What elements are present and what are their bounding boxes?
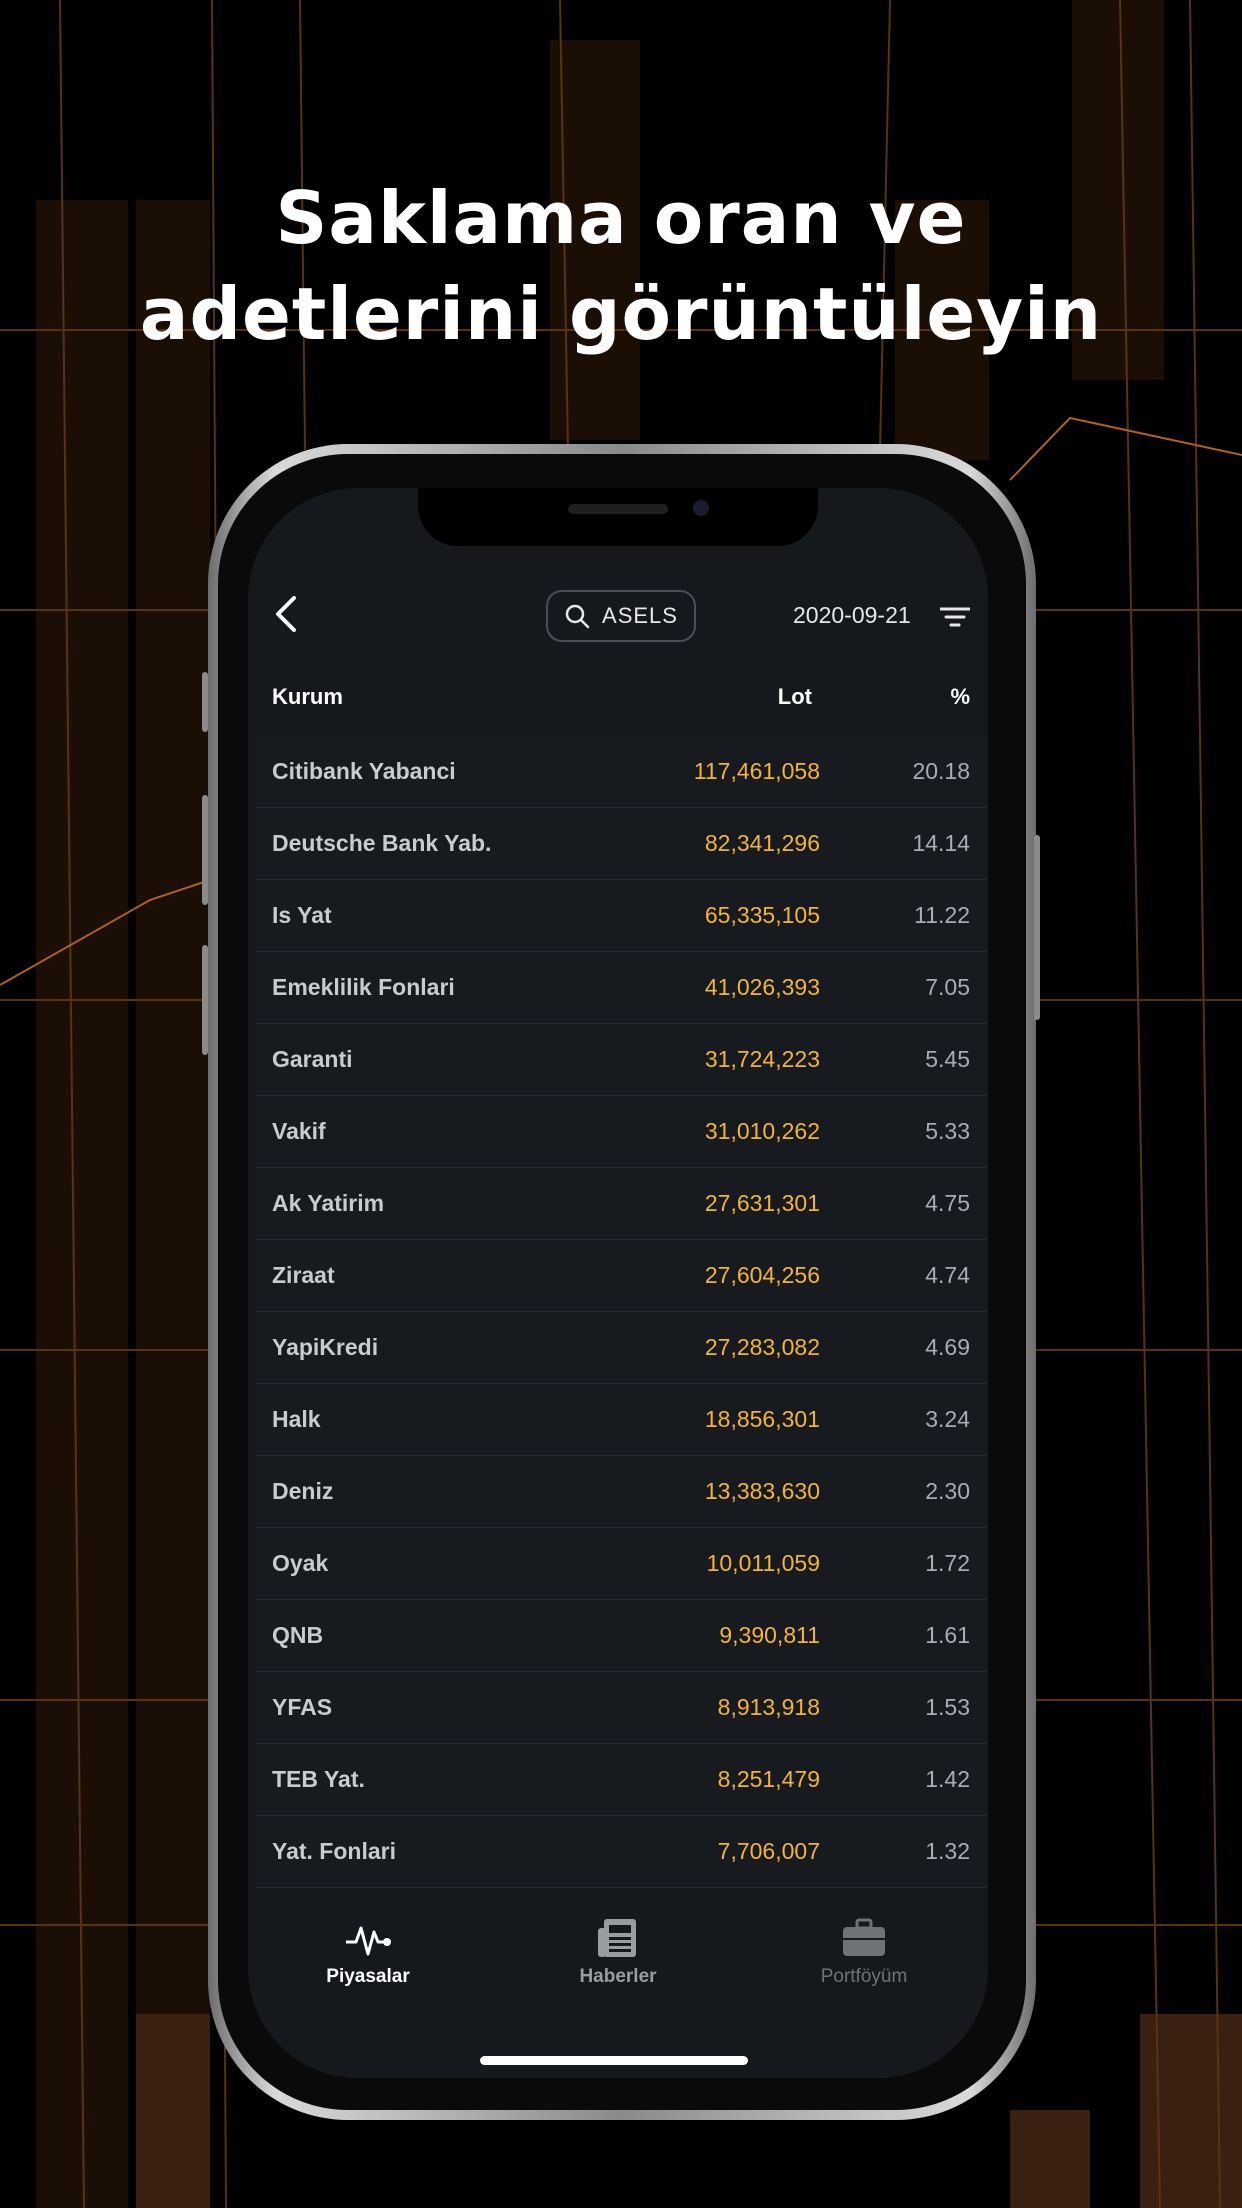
row-kurum-name: Emeklilik Fonlari	[272, 974, 455, 1000]
camera	[693, 500, 709, 516]
row-kurum-name: Ak Yatirim	[272, 1190, 385, 1216]
row-percent-value: 5.33	[925, 1118, 970, 1144]
row-kurum-name: YFAS	[272, 1694, 333, 1720]
table-row[interactable]: Garanti 31,724,223 5.45	[256, 1024, 988, 1096]
phone-volume-up	[202, 795, 208, 905]
table-row[interactable]: Citibank Yabanci 117,461,058 20.18	[256, 736, 988, 808]
column-header-kurum[interactable]: Kurum	[272, 684, 343, 710]
table-row[interactable]: Is Yat 65,335,105 11.22	[256, 880, 988, 952]
table-row[interactable]: Ak Yatirim 27,631,301 4.75	[256, 1168, 988, 1240]
row-percent-value: 2.30	[925, 1478, 970, 1504]
row-percent-value: 7.05	[925, 974, 970, 1000]
row-lot-value: 82,341,296	[704, 830, 820, 856]
briefcase-icon	[843, 1918, 885, 1956]
row-kurum-name: Is Yat	[272, 902, 332, 928]
row-percent-value: 1.61	[925, 1622, 970, 1648]
home-indicator[interactable]	[480, 2056, 748, 2065]
date-selector[interactable]: 2020-09-21	[793, 602, 911, 629]
speaker	[568, 504, 668, 514]
row-percent-value: 20.18	[912, 758, 970, 784]
row-percent-value: 4.75	[925, 1190, 970, 1216]
row-percent-value: 1.72	[925, 1550, 970, 1576]
row-kurum-name: QNB	[272, 1622, 324, 1648]
table-row[interactable]: Vakif 31,010,262 5.33	[256, 1096, 988, 1168]
table-row[interactable]: TEB Yat. 8,251,479 1.42	[256, 1744, 988, 1816]
row-kurum-name: TEB Yat.	[272, 1766, 365, 1792]
row-percent-value: 11.22	[914, 902, 970, 928]
phone-silent-switch	[202, 672, 208, 732]
tab-portfoyum[interactable]: Portföyüm	[764, 1916, 964, 1988]
table-row[interactable]: Deniz 13,383,630 2.30	[256, 1456, 988, 1528]
pulse-icon	[346, 1926, 391, 1956]
custody-table: Citibank Yabanci 117,461,058 20.18 Deutsche…	[256, 736, 988, 1888]
row-percent-value: 1.53	[925, 1694, 970, 1720]
row-lot-value: 8,913,918	[717, 1694, 820, 1720]
filter-icon[interactable]	[940, 606, 970, 628]
row-kurum-name: Vakif	[272, 1118, 326, 1144]
row-percent-value: 5.45	[925, 1046, 970, 1072]
row-kurum-name: Citibank Yabanci	[272, 758, 456, 784]
bottom-tab-bar: Piyasalar Haberler Portföyüm	[248, 1906, 988, 2078]
search-symbol-label: ASELS	[602, 603, 678, 628]
table-row[interactable]: Deutsche Bank Yab. 82,341,296 14.14	[256, 808, 988, 880]
tab-haberler[interactable]: Haberler	[518, 1916, 718, 1988]
headline-line-2: adetlerini görüntüleyin	[139, 272, 1103, 356]
row-lot-value: 31,724,223	[704, 1046, 820, 1072]
table-row[interactable]: Ziraat 27,604,256 4.74	[256, 1240, 988, 1312]
tab-piyasalar-label: Piyasalar	[326, 1966, 410, 1987]
row-lot-value: 41,026,393	[704, 974, 820, 1000]
row-lot-value: 9,390,811	[719, 1622, 820, 1648]
table-row[interactable]: Oyak 10,011,059 1.72	[256, 1528, 988, 1600]
row-kurum-name: Yat. Fonlari	[272, 1838, 396, 1864]
row-kurum-name: Deniz	[272, 1478, 334, 1504]
column-header-lot[interactable]: Lot	[778, 684, 812, 710]
table-row[interactable]: Emeklilik Fonlari 41,026,393 7.05	[256, 952, 988, 1024]
search-icon	[565, 604, 590, 629]
row-lot-value: 8,251,479	[717, 1766, 820, 1792]
symbol-search-button[interactable]: ASELS	[546, 590, 696, 642]
newspaper-icon	[598, 1919, 636, 1957]
row-lot-value: 65,335,105	[704, 902, 820, 928]
row-percent-value: 14.14	[912, 830, 970, 856]
row-lot-value: 13,383,630	[704, 1478, 820, 1504]
row-percent-value: 1.42	[925, 1766, 970, 1792]
row-kurum-name: YapiKredi	[272, 1334, 379, 1360]
table-header: Kurum Lot %	[248, 676, 988, 724]
notch	[418, 488, 818, 546]
row-lot-value: 31,010,262	[704, 1118, 820, 1144]
row-lot-value: 10,011,059	[706, 1550, 820, 1576]
tab-portfoyum-label: Portföyüm	[820, 1966, 908, 1987]
promo-headline: Saklama oran ve adetlerini görüntüleyin	[0, 170, 1242, 362]
app-screen: ASELS 2020-09-21 Kurum Lot % Citibank Ya…	[248, 488, 988, 2078]
table-row[interactable]: QNB 9,390,811 1.61	[256, 1600, 988, 1672]
row-percent-value: 1.32	[925, 1838, 970, 1864]
row-lot-value: 7,706,007	[717, 1838, 820, 1864]
row-percent-value: 4.74	[925, 1262, 970, 1288]
row-percent-value: 4.69	[925, 1334, 970, 1360]
phone-power-button	[1034, 835, 1040, 1020]
row-lot-value: 27,631,301	[704, 1190, 820, 1216]
row-kurum-name: Halk	[272, 1406, 321, 1432]
table-row[interactable]: Yat. Fonlari 7,706,007 1.32	[256, 1816, 988, 1888]
row-lot-value: 27,604,256	[704, 1262, 820, 1288]
phone-volume-down	[202, 945, 208, 1055]
row-lot-value: 18,856,301	[704, 1406, 820, 1432]
row-percent-value: 3.24	[925, 1406, 970, 1432]
tab-haberler-label: Haberler	[579, 1966, 657, 1987]
row-kurum-name: Deutsche Bank Yab.	[272, 830, 492, 856]
table-row[interactable]: Halk 18,856,301 3.24	[256, 1384, 988, 1456]
row-kurum-name: Garanti	[272, 1046, 353, 1072]
column-header-percent[interactable]: %	[950, 684, 970, 710]
chevron-left-icon[interactable]	[268, 594, 308, 634]
table-row[interactable]: YFAS 8,913,918 1.53	[256, 1672, 988, 1744]
tab-piyasalar[interactable]: Piyasalar	[268, 1916, 468, 1988]
table-row[interactable]: YapiKredi 27,283,082 4.69	[256, 1312, 988, 1384]
row-kurum-name: Ziraat	[272, 1262, 335, 1288]
row-lot-value: 27,283,082	[704, 1334, 820, 1360]
row-kurum-name: Oyak	[272, 1550, 329, 1576]
headline-line-1: Saklama oran ve	[275, 176, 967, 260]
row-lot-value: 117,461,058	[693, 758, 820, 784]
